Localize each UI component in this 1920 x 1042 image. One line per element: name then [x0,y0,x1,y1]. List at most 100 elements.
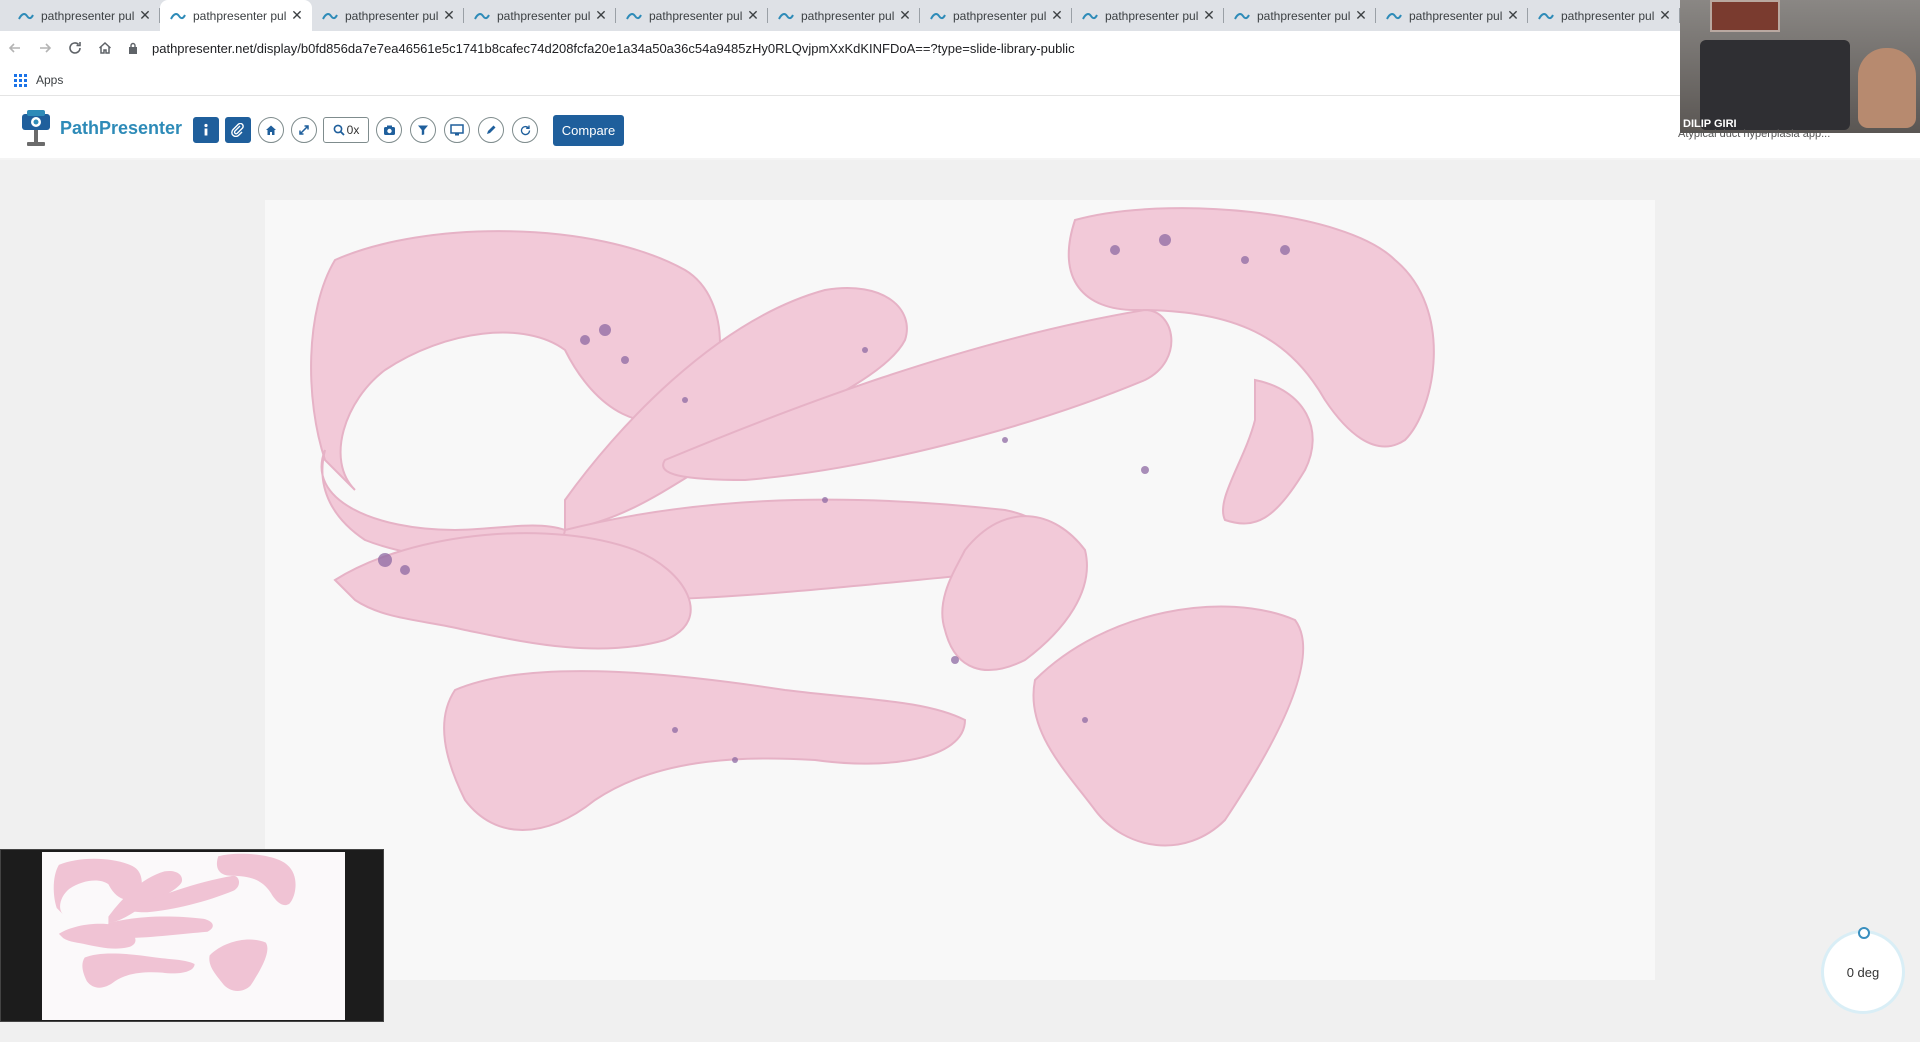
tab-title: pathpresenter pul [1561,8,1655,23]
tab-title: pathpresenter pul [41,8,135,23]
filter-icon [418,125,428,135]
rotation-handle[interactable] [1858,927,1870,939]
arrow-left-icon [8,43,20,53]
browser-tab[interactable]: pathpresenter pul ✕ [8,0,160,31]
tissue-section [310,207,1435,847]
browser-tab-strip: pathpresenter pul ✕ pathpresenter pul ✕ path… [0,0,1680,31]
reload-icon [69,42,81,54]
browser-toolbar: pathpresenter.net/display/b0fd856da7e7ea… [0,31,1680,65]
close-tab-icon[interactable]: ✕ [442,7,456,24]
zoom-icon [333,124,345,136]
tab-title: pathpresenter pul [1105,8,1199,23]
close-tab-icon[interactable]: ✕ [746,7,760,24]
rotate-icon [520,125,530,135]
slide-navigator[interactable] [0,849,384,1022]
rotation-dial[interactable]: 0 deg [1821,927,1905,1014]
close-tab-icon[interactable]: ✕ [1658,7,1672,24]
video-call-overlay: DILIP GIRI [1680,0,1920,133]
browser-tab[interactable]: pathpresenter pul ✕ [312,0,464,31]
close-tab-icon[interactable]: ✕ [138,7,152,24]
forward-button[interactable] [30,33,60,63]
home-icon [98,41,112,54]
address-bar[interactable]: pathpresenter.net/display/b0fd856da7e7ea… [128,33,1075,63]
browser-tab[interactable]: pathpresenter pul ✕ [464,0,616,31]
close-tab-icon[interactable]: ✕ [290,7,304,24]
reload-button[interactable] [60,33,90,63]
fullscreen-button[interactable] [291,117,317,143]
video-caption: Atypical duct hyperplasia app... [1678,128,1831,140]
close-tab-icon[interactable]: ✕ [1506,7,1520,24]
pathpresenter-favicon-icon [18,12,34,19]
pencil-icon [487,125,496,134]
home-icon [266,125,276,135]
close-tab-icon[interactable]: ✕ [898,7,912,24]
microscope-image [1700,40,1850,130]
back-button[interactable] [0,33,30,63]
info-icon [204,123,208,136]
tab-title: pathpresenter pul [345,8,439,23]
snapshot-button[interactable] [376,117,402,143]
browser-tab[interactable]: pathpresenter pul ✕ [768,0,920,31]
pathpresenter-favicon-icon [778,12,794,19]
lock-icon [129,42,137,54]
close-tab-icon[interactable]: ✕ [1050,7,1064,24]
present-button[interactable] [444,117,470,143]
pathpresenter-favicon-icon [1234,12,1250,19]
tissue-thumbnail [53,853,296,992]
monitor-icon [450,124,464,136]
pathpresenter-favicon-icon [322,12,338,19]
browser-tab[interactable]: pathpresenter pul ✕ [1376,0,1528,31]
app-name: PathPresenter [60,117,183,138]
tab-title: pathpresenter pul [497,8,591,23]
pathpresenter-favicon-icon [1538,12,1554,19]
close-tab-icon[interactable]: ✕ [1202,7,1216,24]
pathpresenter-favicon-icon [1386,12,1402,19]
close-tab-icon[interactable]: ✕ [594,7,608,24]
browser-tab[interactable]: pathpresenter pul ✕ [160,0,312,31]
paperclip-icon [231,123,244,137]
pathpresenter-favicon-icon [930,12,946,19]
apps-bookmark[interactable]: Apps [14,73,63,87]
pathpresenter-favicon-icon [474,12,490,19]
pathpresenter-favicon-icon [1082,12,1098,19]
tab-title: pathpresenter pul [193,8,287,23]
rotation-label: 0 deg [1846,964,1880,980]
browser-tab[interactable]: pathpresenter pul ✕ [920,0,1072,31]
arrow-right-icon [40,43,52,53]
pathpresenter-favicon-icon [170,12,186,19]
tab-title: pathpresenter pul [953,8,1047,23]
app-header: PathPresenter 0x Compare [0,96,1920,158]
participant-face [1858,48,1916,128]
home-button[interactable] [90,33,120,63]
tab-title: pathpresenter pul [1409,8,1503,23]
wall-poster [1710,0,1780,32]
zoom-level-button[interactable]: 0x [323,117,369,143]
close-tab-icon[interactable]: ✕ [1354,7,1368,24]
compare-button[interactable]: Compare [553,115,624,146]
camera-icon [383,125,395,135]
home-view-button[interactable] [258,117,284,143]
url-text: pathpresenter.net/display/b0fd856da7e7ea… [152,40,1075,56]
filter-button[interactable] [410,117,436,143]
browser-tab[interactable]: pathpresenter pul ✕ [1072,0,1224,31]
navigator-thumbnail[interactable] [42,852,345,1020]
annotate-button[interactable] [478,117,504,143]
pathpresenter-favicon-icon [626,12,642,19]
fullscreen-icon [299,125,309,135]
tab-title: pathpresenter pul [649,8,743,23]
zoom-level-label: 0x [346,123,360,137]
apps-grid-icon [14,73,27,87]
rotate-button[interactable] [512,117,538,143]
apps-label: Apps [36,73,64,87]
browser-tab[interactable]: pathpresenter pul ✕ [1224,0,1376,31]
bookmarks-bar: Apps [0,65,1680,96]
pathpresenter-logo[interactable]: PathPresenter [18,108,182,148]
microscope-logo-icon [22,110,50,146]
info-button[interactable] [193,117,219,143]
tab-title: pathpresenter pul [801,8,895,23]
attachment-button[interactable] [225,117,251,143]
slide-image[interactable] [265,200,1655,980]
browser-tab[interactable]: pathpresenter pul ✕ [1528,0,1680,31]
tab-title: pathpresenter pul [1257,8,1351,23]
browser-tab[interactable]: pathpresenter pul ✕ [616,0,768,31]
